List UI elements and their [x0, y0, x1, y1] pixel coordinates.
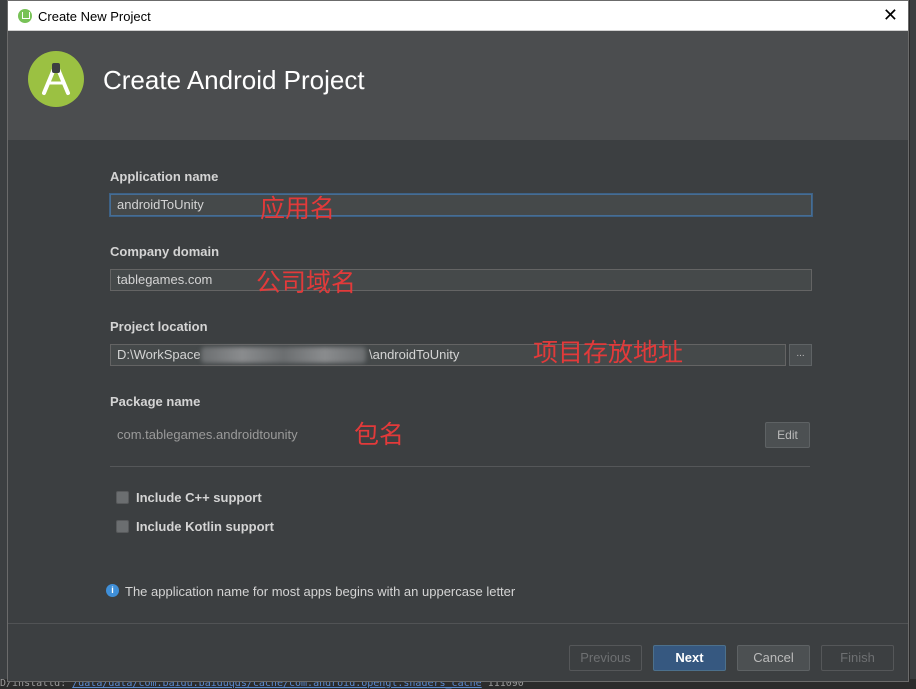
annotation-company: 公司域名: [256, 268, 357, 297]
create-project-dialog: Create New Project ✕ Create Android Proj…: [7, 0, 909, 682]
annotation-location: 项目存放地址: [533, 338, 684, 367]
package-name-label: Package name: [110, 394, 201, 409]
kotlin-support-checkbox[interactable]: [116, 520, 129, 533]
footer-divider: [8, 623, 908, 624]
location-prefix: D:\WorkSpace: [117, 347, 201, 362]
cancel-button[interactable]: Cancel: [737, 645, 810, 671]
annotation-app-name: 应用名: [260, 194, 336, 223]
annotation-package: 包名: [354, 420, 405, 449]
package-name-value: com.tablegames.androidtounity: [117, 427, 298, 442]
android-studio-logo-icon: [28, 51, 84, 107]
ide-background-right: [910, 0, 916, 689]
finish-button[interactable]: Finish: [821, 645, 894, 671]
app-name-label: Application name: [110, 169, 219, 184]
android-studio-icon: [18, 9, 32, 23]
kotlin-support-label[interactable]: Include Kotlin support: [136, 519, 274, 534]
project-location-label: Project location: [110, 319, 208, 334]
dialog-header: Create Android Project: [8, 31, 908, 140]
cpp-support-checkbox[interactable]: [116, 491, 129, 504]
location-suffix: \androidToUnity: [369, 347, 460, 362]
project-location-input[interactable]: D:\WorkSpace \androidToUnity: [110, 344, 786, 366]
company-domain-label: Company domain: [110, 244, 220, 259]
app-name-input[interactable]: androidToUnity: [110, 194, 812, 216]
info-message: The application name for most apps begin…: [125, 584, 516, 599]
close-icon[interactable]: ✕: [883, 5, 898, 25]
redacted-path-segment: [201, 347, 366, 363]
title-bar: Create New Project ✕: [8, 1, 908, 31]
next-button[interactable]: Next: [653, 645, 726, 671]
company-domain-value: tablegames.com: [117, 272, 213, 287]
edit-package-button[interactable]: Edit: [765, 422, 810, 448]
previous-button[interactable]: Previous: [569, 645, 642, 671]
cpp-support-label[interactable]: Include C++ support: [136, 490, 262, 505]
window-title: Create New Project: [38, 9, 151, 24]
app-name-value: androidToUnity: [117, 197, 204, 212]
info-icon: i: [106, 584, 119, 597]
page-title: Create Android Project: [103, 65, 365, 95]
browse-button[interactable]: ...: [789, 344, 812, 366]
company-domain-input[interactable]: tablegames.com: [110, 269, 812, 291]
divider: [110, 466, 810, 467]
